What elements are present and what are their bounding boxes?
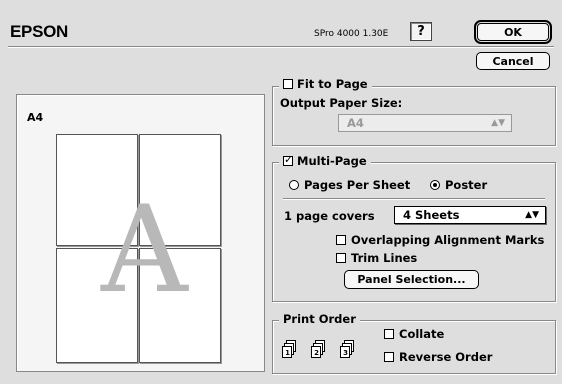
collate-order-icon-1: 1 xyxy=(282,340,298,358)
preview-paper-label: A4 xyxy=(27,111,44,124)
fit-to-page-checkbox[interactable] xyxy=(283,79,293,89)
collate-label: Collate xyxy=(399,327,445,341)
brand-logo: EPSON xyxy=(10,22,69,41)
stepper-arrows-icon: ▲▼ xyxy=(491,118,505,128)
driver-version: SPro 4000 1.30E xyxy=(314,29,389,39)
trim-lines-option[interactable]: Trim Lines xyxy=(336,251,417,265)
print-order-icons: 1 2 3 xyxy=(282,340,372,364)
collate-option[interactable]: Collate xyxy=(384,327,444,341)
fit-to-page-label: Fit to Page xyxy=(297,77,368,91)
overlapping-marks-label: Overlapping Alignment Marks xyxy=(351,233,545,247)
panel-selection-button[interactable]: Panel Selection... xyxy=(344,270,479,289)
collate-order-icon-3: 3 xyxy=(340,340,356,358)
pages-per-sheet-radio[interactable] xyxy=(289,180,299,190)
reverse-order-option[interactable]: Reverse Order xyxy=(384,350,492,364)
header-divider xyxy=(8,46,554,48)
multi-page-toggle[interactable]: Multi-Page xyxy=(279,153,371,168)
poster-preview-letter: A xyxy=(101,181,188,320)
stepper-arrows-icon: ▲▼ xyxy=(525,210,539,220)
page-covers-select[interactable]: 4 Sheets ▲▼ xyxy=(394,206,546,224)
page-covers-value: 4 Sheets xyxy=(403,208,460,222)
multi-page-label: Multi-Page xyxy=(297,154,367,168)
pages-per-sheet-option[interactable]: Pages Per Sheet xyxy=(289,178,410,192)
collate-order-icon-2: 2 xyxy=(311,340,327,358)
poster-label: Poster xyxy=(445,178,488,192)
cancel-button[interactable]: Cancel xyxy=(476,52,550,70)
overlapping-marks-checkbox[interactable] xyxy=(336,235,346,245)
output-paper-size-select[interactable]: A4 ▲▼ xyxy=(338,114,512,132)
trim-lines-label: Trim Lines xyxy=(351,251,418,265)
ok-button[interactable]: OK xyxy=(477,23,549,41)
overlapping-marks-option[interactable]: Overlapping Alignment Marks xyxy=(336,233,544,247)
help-button[interactable]: ? xyxy=(410,22,432,41)
multi-page-checkbox[interactable] xyxy=(283,153,293,166)
reverse-order-label: Reverse Order xyxy=(399,350,493,364)
ok-button-default-ring: OK xyxy=(474,20,552,44)
reverse-order-checkbox[interactable] xyxy=(384,352,394,362)
layout-preview: A4 A xyxy=(16,94,265,372)
print-order-title: Print Order xyxy=(279,312,360,326)
output-paper-size-label: Output Paper Size: xyxy=(280,96,403,110)
print-order-label: Print Order xyxy=(283,312,356,326)
output-paper-size-value: A4 xyxy=(347,116,364,130)
poster-option[interactable]: Poster xyxy=(430,178,487,192)
fit-to-page-toggle[interactable]: Fit to Page xyxy=(279,77,372,91)
pages-per-sheet-label: Pages Per Sheet xyxy=(304,178,411,192)
poster-radio[interactable] xyxy=(430,180,440,190)
collate-checkbox[interactable] xyxy=(384,329,394,339)
page-covers-label: 1 page covers xyxy=(284,209,375,223)
trim-lines-checkbox[interactable] xyxy=(336,253,346,263)
multi-page-divider xyxy=(283,198,545,200)
